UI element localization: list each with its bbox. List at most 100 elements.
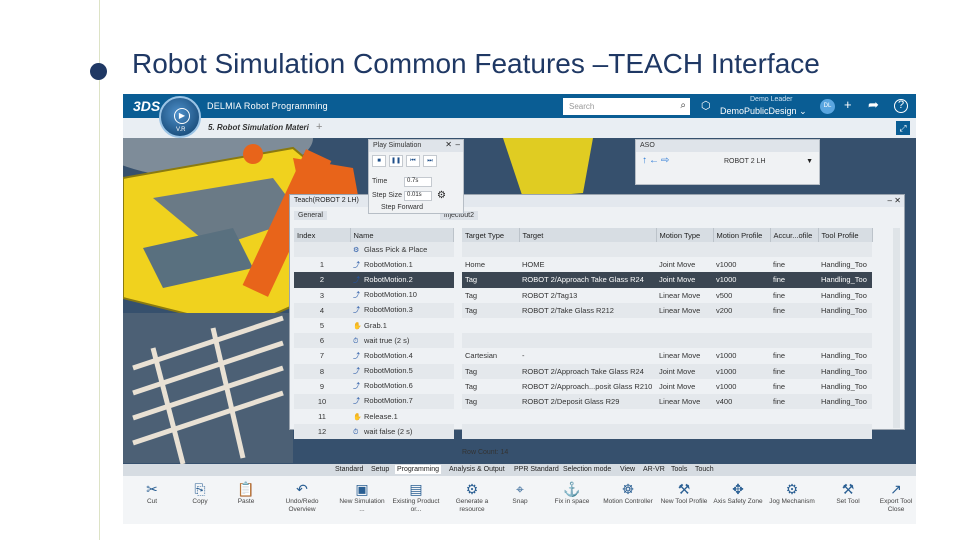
cell-tool xyxy=(818,242,872,258)
new-tab-icon[interactable]: + xyxy=(316,121,322,133)
ribbon-tab[interactable]: Touch xyxy=(693,465,716,474)
table-row[interactable]: Tag ROBOT 2/Tag13 Linear Move v500 fine Handl… xyxy=(462,288,872,303)
ribbon-tool-button[interactable]: 📋 Paste xyxy=(221,480,271,506)
table-row[interactable]: 6 ⏱ wait true (2 s) xyxy=(294,333,454,349)
table-row[interactable]: 5 ✋ Grab.1 xyxy=(294,318,454,333)
tag-icon[interactable]: ⬡ xyxy=(701,99,711,112)
column-header[interactable]: Tool Profile xyxy=(818,228,873,242)
ribbon-tool-button[interactable]: ☸ Motion Controller xyxy=(603,480,653,506)
document-tab[interactable]: 5. Robot Simulation Materi xyxy=(208,123,309,132)
vertical-scrollbar[interactable] xyxy=(893,228,900,428)
table-row[interactable] xyxy=(462,424,872,440)
column-header[interactable]: Index xyxy=(294,228,351,242)
row-name: Grab.1 xyxy=(364,321,387,331)
table-row[interactable]: Cartesian - Linear Move v1000 fine Handling_T… xyxy=(462,348,872,363)
column-header[interactable]: Motion Profile xyxy=(713,228,771,242)
column-header[interactable]: Name xyxy=(350,228,454,242)
ribbon-tab[interactable]: Tools xyxy=(669,465,689,474)
robot-motion-icon: ⤴ xyxy=(353,383,360,391)
compass-button[interactable]: ▶ V.R xyxy=(159,96,201,138)
ribbon-tool-button[interactable]: ⚒ Set Tool xyxy=(823,480,873,506)
table-row[interactable]: 2 ⤴ RobotMotion.2 xyxy=(294,272,454,288)
share-icon[interactable]: ➦ xyxy=(868,97,879,113)
table-row[interactable]: Tag ROBOT 2/Approach Take Glass R24 Joint … xyxy=(462,363,872,379)
time-field[interactable]: 0.7s xyxy=(404,177,432,187)
table-row[interactable] xyxy=(462,409,872,424)
close-icon[interactable]: ✕ xyxy=(445,140,452,149)
table-row[interactable]: 1 ⤴ RobotMotion.1 xyxy=(294,257,454,272)
row-index: 12 xyxy=(294,424,350,440)
table-row[interactable] xyxy=(462,333,872,349)
close-icon[interactable]: ✕ xyxy=(894,196,901,205)
tab-general[interactable]: General xyxy=(294,211,327,220)
ribbon-tool-button[interactable]: ⌖ Snap xyxy=(495,480,545,506)
table-row[interactable]: ⚙ Glass Pick & Place xyxy=(294,242,454,258)
table-row[interactable] xyxy=(462,318,872,333)
ribbon-tab[interactable]: Selection mode xyxy=(561,465,613,474)
ribbon-tab[interactable]: Analysis & Output xyxy=(447,465,507,474)
minimize-icon[interactable]: – xyxy=(888,196,892,205)
step-forward-icon[interactable]: ⏭ xyxy=(423,155,437,167)
step-size-field[interactable]: 0.01s xyxy=(404,191,432,201)
row-name-cell: ✋ Grab.1 xyxy=(350,318,454,333)
table-row[interactable] xyxy=(462,242,872,258)
cell-target-type xyxy=(462,333,519,349)
table-row[interactable]: Tag ROBOT 2/Approach...posit Glass R210 Jo… xyxy=(462,379,872,394)
ribbon-tab[interactable]: View xyxy=(618,465,637,474)
ribbon-tab[interactable]: AR-VR xyxy=(641,465,667,474)
table-row[interactable]: Home HOME Joint Move v1000 fine Handling_Too xyxy=(462,257,872,272)
step-back-icon[interactable]: ⏮ xyxy=(406,155,420,167)
ribbon-tool-button[interactable]: ▤ Existing Product or... xyxy=(391,480,441,514)
ribbon-tool-button[interactable]: ↶ Undo/Redo Overview xyxy=(277,480,327,514)
pause-icon[interactable]: ❚❚ xyxy=(389,155,403,167)
ribbon-tab[interactable]: PPR Standard xyxy=(512,465,561,474)
aso-arrow-icons[interactable]: ↑←⇨ xyxy=(642,155,671,166)
column-header[interactable]: Target Type xyxy=(462,228,520,242)
ribbon-tool-button[interactable]: ⚙ Jog Mechanism xyxy=(767,480,817,506)
expand-icon[interactable]: ⤢ xyxy=(896,121,910,135)
table-row[interactable]: 7 ⤴ RobotMotion.4 xyxy=(294,348,454,363)
avatar[interactable]: DL xyxy=(820,99,835,114)
help-icon[interactable]: ? xyxy=(894,99,908,113)
ribbon-tool-button[interactable]: ⚓ Fix in space xyxy=(547,480,597,506)
row-index: 5 xyxy=(319,321,325,331)
column-header[interactable]: Accur...ofile xyxy=(770,228,819,242)
ribbon-tool-button[interactable]: ✥ Axis Safety Zone xyxy=(713,480,763,506)
column-header[interactable]: Motion Type xyxy=(656,228,714,242)
table-row[interactable]: 12 ⏱ wait false (2 s) xyxy=(294,424,454,440)
row-name: RobotMotion.7 xyxy=(364,396,413,406)
ribbon-tool-button[interactable]: ✂ Cut xyxy=(127,480,177,506)
table-row[interactable]: Tag ROBOT 2/Deposit Glass R29 Linear Move v… xyxy=(462,393,872,410)
step-forward-label[interactable]: Step Forward xyxy=(381,204,423,211)
timer-icon: ⏱ xyxy=(353,337,359,345)
table-row[interactable]: Tag ROBOT 2/Take Glass R212 Linear Move v20… xyxy=(462,302,872,318)
ribbon-tab[interactable]: Standard xyxy=(333,465,365,474)
column-header[interactable]: Target xyxy=(519,228,657,242)
search-icon[interactable]: ⌕ xyxy=(680,100,686,111)
table-row[interactable]: Tag ROBOT 2/Approach Take Glass R24 Joint … xyxy=(462,272,872,288)
aso-robot-selector[interactable]: ROBOT 2 LH xyxy=(724,158,766,165)
table-row[interactable]: 3 ⤴ RobotMotion.10 xyxy=(294,288,454,303)
stop-icon[interactable]: ■ xyxy=(372,155,386,167)
table-row[interactable]: 10 ⤴ RobotMotion.7 xyxy=(294,393,454,410)
row-name: RobotMotion.1 xyxy=(364,259,413,269)
ribbon-tool-button[interactable]: ↗ Export Tool Close xyxy=(871,480,916,514)
chevron-down-icon[interactable]: ▼ xyxy=(806,158,813,165)
gear-icon[interactable]: ⚙ xyxy=(437,190,446,201)
table-row[interactable]: 8 ⤴ RobotMotion.5 xyxy=(294,363,454,379)
ribbon-tool-button[interactable]: ⚙ Generate a resource xyxy=(447,480,497,514)
table-row[interactable]: 4 ⤴ RobotMotion.3 xyxy=(294,302,454,318)
ribbon-tool-button[interactable]: ⚒ New Tool Profile xyxy=(659,480,709,506)
minimize-icon[interactable]: – xyxy=(456,140,460,149)
ribbon-tool-button[interactable]: ▣ New Simulation ... xyxy=(337,480,387,514)
cell-target-type: Tag xyxy=(465,290,478,300)
table-row[interactable]: 9 ⤴ RobotMotion.6 xyxy=(294,379,454,394)
add-icon[interactable]: + xyxy=(844,97,852,112)
ribbon-tab[interactable]: Setup xyxy=(369,465,391,474)
collab-space-selector[interactable]: DemoPublicDesign ⌄ xyxy=(720,106,807,117)
ribbon-tab[interactable]: Programming xyxy=(395,465,442,474)
table-row[interactable]: 11 ✋ Release.1 xyxy=(294,409,454,424)
search-input[interactable]: Search ⌕ xyxy=(563,98,690,115)
row-name-cell: ⤴ RobotMotion.7 xyxy=(350,393,454,410)
ribbon-tool-button[interactable]: ⎘ Copy xyxy=(175,480,225,506)
